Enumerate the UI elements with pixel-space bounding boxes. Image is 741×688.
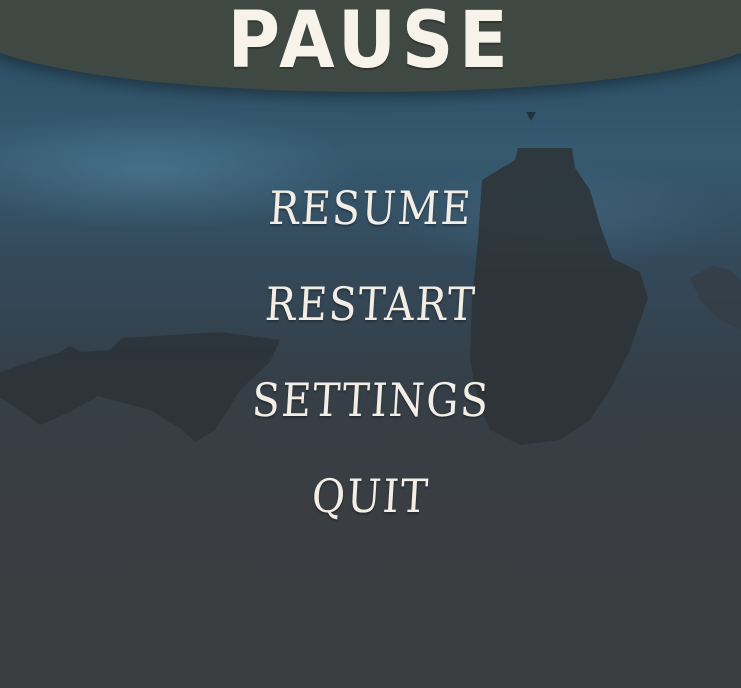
resume-label: RESUME <box>267 181 474 235</box>
pause-title: PAUSE <box>227 0 514 86</box>
title-area: PAUSE <box>0 0 741 90</box>
quit-button[interactable]: QUIT <box>0 460 741 556</box>
pause-screen: PAUSE RESUME RESTART SETTINGS QUIT <box>0 0 741 688</box>
pause-menu: RESUME RESTART SETTINGS QUIT <box>0 172 741 556</box>
settings-button[interactable]: SETTINGS <box>0 364 741 460</box>
quit-label: QUIT <box>310 469 431 523</box>
resume-button[interactable]: RESUME <box>0 172 741 268</box>
settings-label: SETTINGS <box>250 373 491 427</box>
marker-shape <box>526 112 536 121</box>
restart-label: RESTART <box>263 277 478 331</box>
restart-button[interactable]: RESTART <box>0 268 741 364</box>
